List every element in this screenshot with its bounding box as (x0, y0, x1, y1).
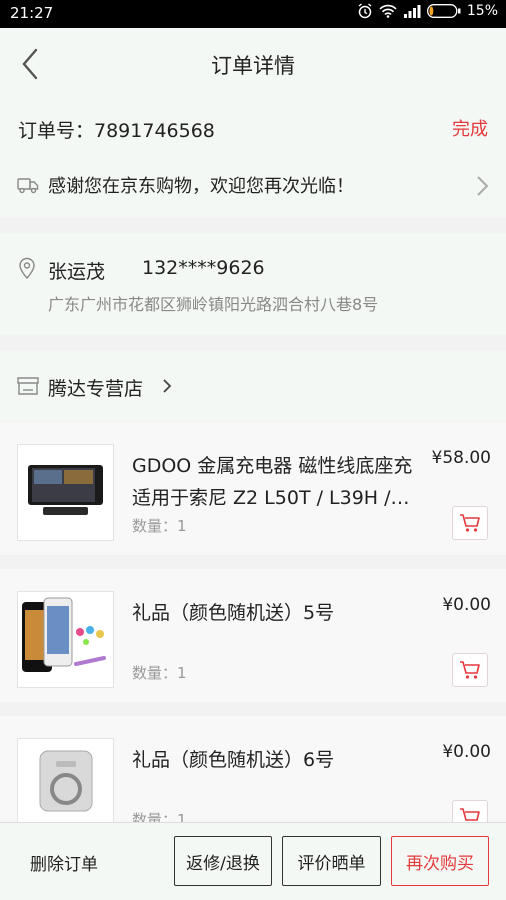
cart-icon (460, 514, 480, 532)
product-quantity: 数量：1 (132, 664, 187, 682)
add-to-cart-button[interactable] (452, 506, 488, 540)
battery-icon (426, 4, 461, 18)
product-image (17, 444, 114, 541)
shipping-address: 广东广州市花都区狮岭镇阳光路泗合村八巷8号 (48, 295, 379, 314)
chevron-right-icon (476, 175, 490, 197)
bottom-action-bar: 删除订单 返修/退换 评价晒单 再次购买 (0, 822, 506, 900)
status-bar: 21:27 15% (0, 0, 506, 28)
status-time: 21:27 (10, 4, 54, 22)
thanks-message: 感谢您在京东购物，欢迎您再次光临！ (48, 176, 354, 197)
wifi-icon (379, 4, 397, 18)
return-exchange-button[interactable]: 返修/退换 (174, 836, 272, 886)
alarm-icon (357, 3, 373, 19)
review-button[interactable]: 评价晒单 (282, 836, 381, 886)
address-card: 张运茂 132****9626 广东广州市花都区狮岭镇阳光路泗合村八巷8号 (0, 233, 506, 335)
product-name: GDOO 金属充电器 磁性线底座充 适用于索尼 Z2 L50T / L39H /… (132, 455, 413, 509)
product-image (17, 738, 114, 835)
cart-icon (460, 661, 480, 679)
order-number: 订单号：7891746568 (18, 120, 215, 142)
truck-icon (17, 176, 39, 194)
shop-icon (17, 376, 39, 396)
order-info-card: 订单号：7891746568 完成 感谢您在京东购物，欢迎您再次光临！ (0, 100, 506, 217)
recipient-name: 张运茂 (48, 261, 106, 283)
product-name: 礼品（颜色随机送）5号 (132, 602, 335, 624)
product-price: ¥0.00 (442, 742, 491, 762)
status-icons: 15% (357, 3, 498, 19)
battery-percent: 15% (466, 3, 498, 19)
location-pin-icon (18, 257, 36, 280)
store-name: 腾达专营店 (48, 378, 144, 400)
product-price: ¥0.00 (442, 595, 491, 615)
product-quantity: 数量：1 (132, 517, 187, 535)
signal-icon (403, 4, 421, 18)
product-item[interactable]: GDOO 金属充电器 磁性线底座充 适用于索尼 Z2 L50T / L39H /… (0, 422, 506, 555)
product-image (17, 591, 114, 688)
product-item[interactable]: 礼品（颜色随机送）5号 ¥0.00 数量：1 (0, 569, 506, 702)
product-price: ¥58.00 (431, 448, 491, 468)
chevron-right-icon (162, 378, 172, 394)
order-status: 完成 (452, 119, 488, 140)
store-row[interactable]: 腾达专营店 (0, 351, 506, 421)
product-name: 礼品（颜色随机送）6号 (132, 749, 335, 771)
page-header: 订单详情 (0, 28, 506, 100)
page-title: 订单详情 (211, 54, 295, 78)
rebuy-button[interactable]: 再次购买 (391, 836, 489, 886)
add-to-cart-button[interactable] (452, 653, 488, 687)
delete-order-button[interactable]: 删除订单 (30, 850, 98, 875)
recipient-phone: 132****9626 (142, 257, 265, 279)
